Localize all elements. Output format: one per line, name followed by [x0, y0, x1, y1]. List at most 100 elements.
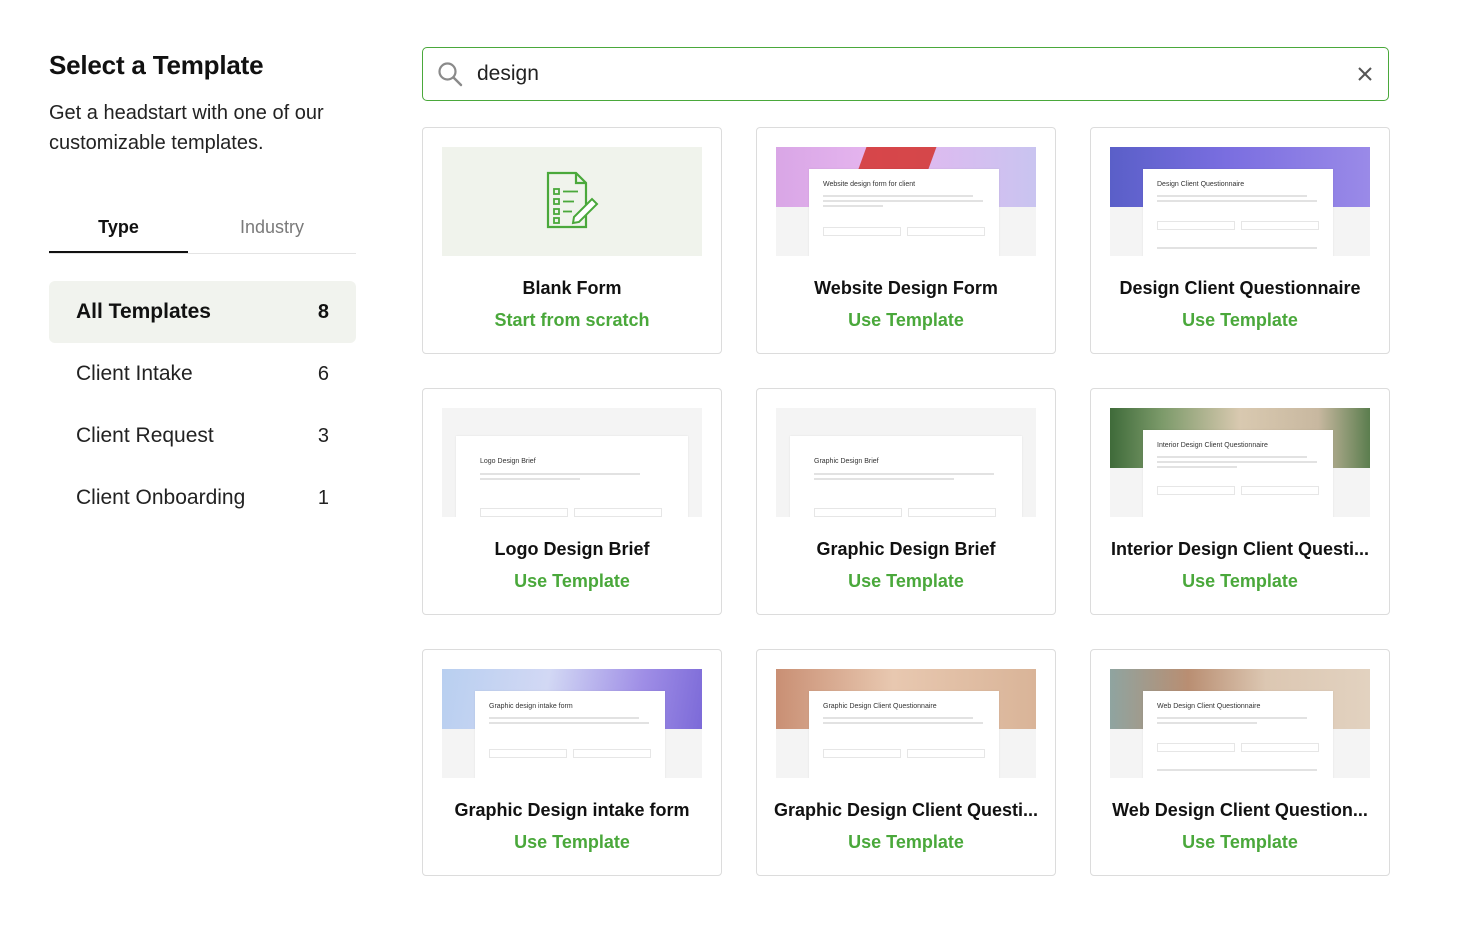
filter-tabs: Type Industry	[49, 198, 356, 254]
template-title: Blank Form	[522, 278, 622, 298]
template-thumbnail: Web Design Client Questionnaire	[1110, 669, 1370, 778]
preview-line	[814, 473, 994, 475]
category-client-request[interactable]: Client Request 3	[49, 405, 356, 467]
template-card-graphic-design-brief[interactable]: Graphic Design Brief Graphic Design Brie…	[756, 388, 1056, 615]
template-title: Interior Design Client Questi...	[1110, 539, 1370, 559]
template-title: Graphic Design Client Questi...	[773, 800, 1039, 820]
preview-field	[1241, 486, 1319, 495]
use-template-link[interactable]: Use Template	[423, 832, 721, 853]
template-title: Website Design Form	[814, 278, 998, 298]
form-document-icon	[546, 171, 599, 229]
category-label: Client Intake	[76, 362, 193, 385]
thumbnail-form-preview: Graphic design intake form	[475, 691, 665, 778]
template-title: Web Design Client Question...	[1112, 800, 1368, 820]
template-card-graphic-design-intake-form[interactable]: Graphic design intake form Graphic Desig…	[422, 649, 722, 876]
category-client-intake[interactable]: Client Intake 6	[49, 343, 356, 405]
template-card-blank-form[interactable]: Blank Form Start from scratch	[422, 127, 722, 354]
template-thumbnail: Website design form for client	[776, 147, 1036, 256]
category-count: 8	[317, 300, 329, 323]
start-from-scratch-link[interactable]: Start from scratch	[423, 310, 721, 331]
template-thumbnail: Interior Design Client Questionnaire	[1110, 408, 1370, 517]
thumbnail-form-preview: Graphic Design Brief	[790, 436, 1022, 517]
preview-line	[1157, 247, 1317, 249]
sidebar: Select a Template Get a headstart with o…	[49, 48, 356, 529]
preview-field	[814, 508, 902, 517]
thumbnail-form-preview: Graphic Design Client Questionnaire	[809, 691, 999, 778]
template-card-design-client-questionnaire[interactable]: Design Client Questionnaire Design Clien…	[1090, 127, 1390, 354]
preview-title: Graphic Design Brief	[814, 458, 879, 465]
preview-field	[489, 749, 567, 758]
search-icon	[438, 62, 463, 87]
use-template-link[interactable]: Use Template	[757, 571, 1055, 592]
category-list: All Templates 8 Client Intake 6 Client R…	[49, 281, 356, 529]
preview-field	[573, 749, 651, 758]
template-title: Design Client Questionnaire	[1119, 278, 1361, 298]
close-icon[interactable]	[1356, 65, 1374, 83]
preview-title: Design Client Questionnaire	[1157, 181, 1245, 188]
preview-title: Web Design Client Questionnaire	[1157, 703, 1261, 710]
template-thumbnail: Graphic Design Brief	[776, 408, 1036, 517]
preview-line	[823, 717, 973, 719]
thumbnail-form-preview: Logo Design Brief	[456, 436, 688, 517]
preview-title: Graphic Design Client Questionnaire	[823, 703, 937, 710]
template-thumbnail: Design Client Questionnaire	[1110, 147, 1370, 256]
category-count: 3	[317, 424, 329, 447]
preview-line	[480, 473, 640, 475]
preview-field	[823, 749, 901, 758]
preview-field	[1157, 486, 1235, 495]
preview-line	[480, 478, 580, 480]
category-label: Client Onboarding	[76, 486, 246, 509]
preview-field	[823, 227, 901, 236]
preview-line	[814, 478, 954, 480]
preview-line	[823, 200, 983, 202]
use-template-link[interactable]: Use Template	[757, 832, 1055, 853]
preview-line	[489, 717, 639, 719]
preview-line	[1157, 461, 1317, 463]
preview-title: Interior Design Client Questionnaire	[1157, 442, 1268, 449]
page-title: Select a Template	[49, 50, 264, 80]
preview-line	[1157, 456, 1307, 458]
template-card-logo-design-brief[interactable]: Logo Design Brief Logo Design Brief Use …	[422, 388, 722, 615]
preview-title: Graphic design intake form	[489, 703, 573, 710]
preview-field	[1157, 221, 1235, 230]
use-template-link[interactable]: Use Template	[1091, 832, 1389, 853]
template-title: Graphic Design intake form	[454, 800, 690, 820]
preview-field	[907, 749, 985, 758]
template-card-graphic-design-client-questionnaire[interactable]: Graphic Design Client Questionnaire Grap…	[756, 649, 1056, 876]
thumbnail-form-preview: Design Client Questionnaire	[1143, 169, 1333, 256]
preview-title: Website design form for client	[823, 181, 916, 188]
category-client-onboarding[interactable]: Client Onboarding 1	[49, 467, 356, 529]
preview-line	[1157, 195, 1307, 197]
preview-line	[1157, 717, 1307, 719]
use-template-link[interactable]: Use Template	[1091, 571, 1389, 592]
template-card-web-design-client-questionnaire[interactable]: Web Design Client Questionnaire Web Desi…	[1090, 649, 1390, 876]
tab-industry[interactable]: Industry	[188, 198, 356, 253]
preview-line	[1157, 466, 1237, 468]
template-title: Graphic Design Brief	[816, 539, 996, 559]
template-thumbnail: Graphic Design Client Questionnaire	[776, 669, 1036, 778]
thumbnail-form-preview: Website design form for client	[809, 169, 999, 256]
template-thumbnail	[442, 147, 702, 256]
category-all-templates[interactable]: All Templates 8	[49, 281, 356, 343]
category-count: 1	[317, 486, 329, 509]
thumbnail-form-preview: Interior Design Client Questionnaire	[1143, 430, 1333, 517]
preview-field	[1241, 221, 1319, 230]
use-template-link[interactable]: Use Template	[423, 571, 721, 592]
preview-field	[1241, 743, 1319, 752]
preview-line	[823, 722, 983, 724]
preview-field	[574, 508, 662, 517]
tab-type[interactable]: Type	[49, 198, 188, 253]
use-template-link[interactable]: Use Template	[757, 310, 1055, 331]
preview-line	[823, 195, 973, 197]
template-card-interior-design-client-questionnaire[interactable]: Interior Design Client Questionnaire Int…	[1090, 388, 1390, 615]
search-input[interactable]	[477, 56, 1337, 92]
thumbnail-form-preview: Web Design Client Questionnaire	[1143, 691, 1333, 778]
use-template-link[interactable]: Use Template	[1091, 310, 1389, 331]
search-box	[422, 47, 1389, 101]
page-subtitle: Get a headstart with one of our customiz…	[49, 102, 324, 154]
preview-line	[1157, 769, 1317, 771]
category-label: All Templates	[76, 300, 211, 323]
template-card-website-design-form[interactable]: Website design form for client Website D…	[756, 127, 1056, 354]
preview-line	[823, 205, 883, 207]
template-thumbnail: Logo Design Brief	[442, 408, 702, 517]
